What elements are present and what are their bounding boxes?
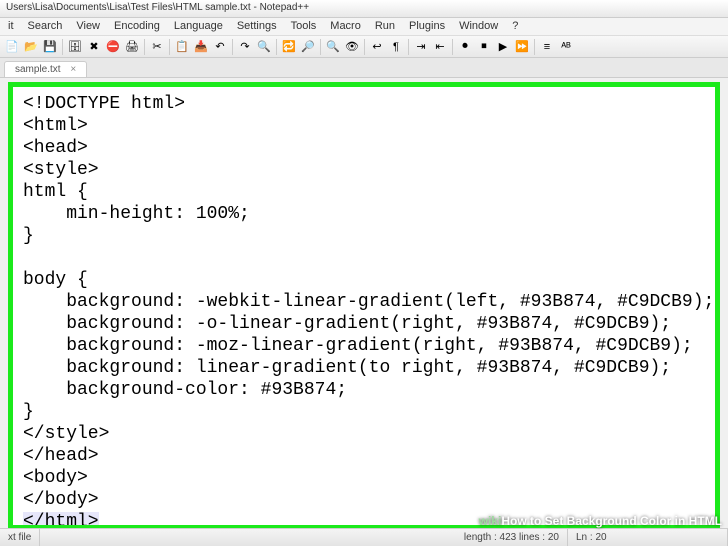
toolbar-separator <box>169 39 170 55</box>
menu-?[interactable]: ? <box>506 18 524 35</box>
indent-icon[interactable]: ⇥ <box>412 38 430 56</box>
play-icon[interactable]: ▶ <box>494 38 512 56</box>
menu-settings[interactable]: Settings <box>231 18 283 35</box>
menu-window[interactable]: Window <box>453 18 504 35</box>
cut-icon[interactable]: ✂ <box>148 38 166 56</box>
toolbar-separator <box>408 39 409 55</box>
print-icon[interactable]: 🖨 <box>123 38 141 56</box>
paste-icon[interactable]: 📥 <box>192 38 210 56</box>
status-filetype: xt file <box>0 529 40 546</box>
toolbar-separator <box>62 39 63 55</box>
close-icon[interactable]: ✖ <box>85 38 103 56</box>
code-editor[interactable]: <!DOCTYPE html> <html> <head> <style> ht… <box>13 87 715 530</box>
window-title: Users\Lisa\Documents\Lisa\Test Files\HTM… <box>6 2 309 13</box>
window-titlebar: Users\Lisa\Documents\Lisa\Test Files\HTM… <box>0 0 728 18</box>
outdent-icon[interactable]: ⇤ <box>431 38 449 56</box>
toolbar-separator <box>232 39 233 55</box>
menu-bar: itSearchViewEncodingLanguageSettingsTool… <box>0 18 728 36</box>
sync-icon[interactable]: 👁 <box>343 38 361 56</box>
menu-view[interactable]: View <box>70 18 106 35</box>
menu-search[interactable]: Search <box>22 18 69 35</box>
replace-icon[interactable]: 🔁 <box>280 38 298 56</box>
toolbar: 📄📂💾🗄✖⛔🖨✂📋📥↶↷🔍🔁🔎🔍👁↩¶⇥⇤⏺⏹▶⏩≡ᴬᴮ <box>0 36 728 58</box>
menu-plugins[interactable]: Plugins <box>403 18 451 35</box>
menu-tools[interactable]: Tools <box>285 18 323 35</box>
copy-icon[interactable]: 📋 <box>173 38 191 56</box>
fast-icon[interactable]: ⏩ <box>513 38 531 56</box>
save-all-icon[interactable]: 🗄 <box>66 38 84 56</box>
toolbar-separator <box>276 39 277 55</box>
status-position: Ln : 20 <box>568 529 728 546</box>
menu-run[interactable]: Run <box>369 18 401 35</box>
menu-macro[interactable]: Macro <box>324 18 367 35</box>
watermark: wikiHow to Set Background Color in HTML <box>479 514 722 528</box>
menu-encoding[interactable]: Encoding <box>108 18 166 35</box>
document-tab[interactable]: sample.txt <box>4 61 87 77</box>
show-all-icon[interactable]: ¶ <box>387 38 405 56</box>
toolbar-separator <box>452 39 453 55</box>
zoom-out-icon[interactable]: 🔍 <box>324 38 342 56</box>
watermark-brand: wiki <box>479 514 502 528</box>
menu-it[interactable]: it <box>2 18 20 35</box>
word-wrap-icon[interactable]: ↩ <box>368 38 386 56</box>
tab-bar: sample.txt <box>0 58 728 78</box>
record-icon[interactable]: ⏺ <box>456 38 474 56</box>
toolbar-separator <box>364 39 365 55</box>
macro-icon[interactable]: ≡ <box>538 38 556 56</box>
status-length: length : 423 lines : 20 <box>456 529 568 546</box>
zoom-in-icon[interactable]: 🔎 <box>299 38 317 56</box>
toolbar-separator <box>534 39 535 55</box>
editor-highlight-frame: <!DOCTYPE html> <html> <head> <style> ht… <box>8 82 720 530</box>
save-icon[interactable]: 💾 <box>41 38 59 56</box>
close-all-icon[interactable]: ⛔ <box>104 38 122 56</box>
stop-icon[interactable]: ⏹ <box>475 38 493 56</box>
new-icon[interactable]: 📄 <box>3 38 21 56</box>
menu-language[interactable]: Language <box>168 18 229 35</box>
open-icon[interactable]: 📂 <box>22 38 40 56</box>
toolbar-separator <box>144 39 145 55</box>
spell-icon[interactable]: ᴬᴮ <box>557 38 575 56</box>
redo-icon[interactable]: ↷ <box>236 38 254 56</box>
toolbar-separator <box>320 39 321 55</box>
status-bar: xt file length : 423 lines : 20 Ln : 20 <box>0 528 728 546</box>
tab-label: sample.txt <box>15 64 61 75</box>
find-icon[interactable]: 🔍 <box>255 38 273 56</box>
undo-icon[interactable]: ↶ <box>211 38 229 56</box>
watermark-title: How to Set Background Color in HTML <box>501 514 722 528</box>
